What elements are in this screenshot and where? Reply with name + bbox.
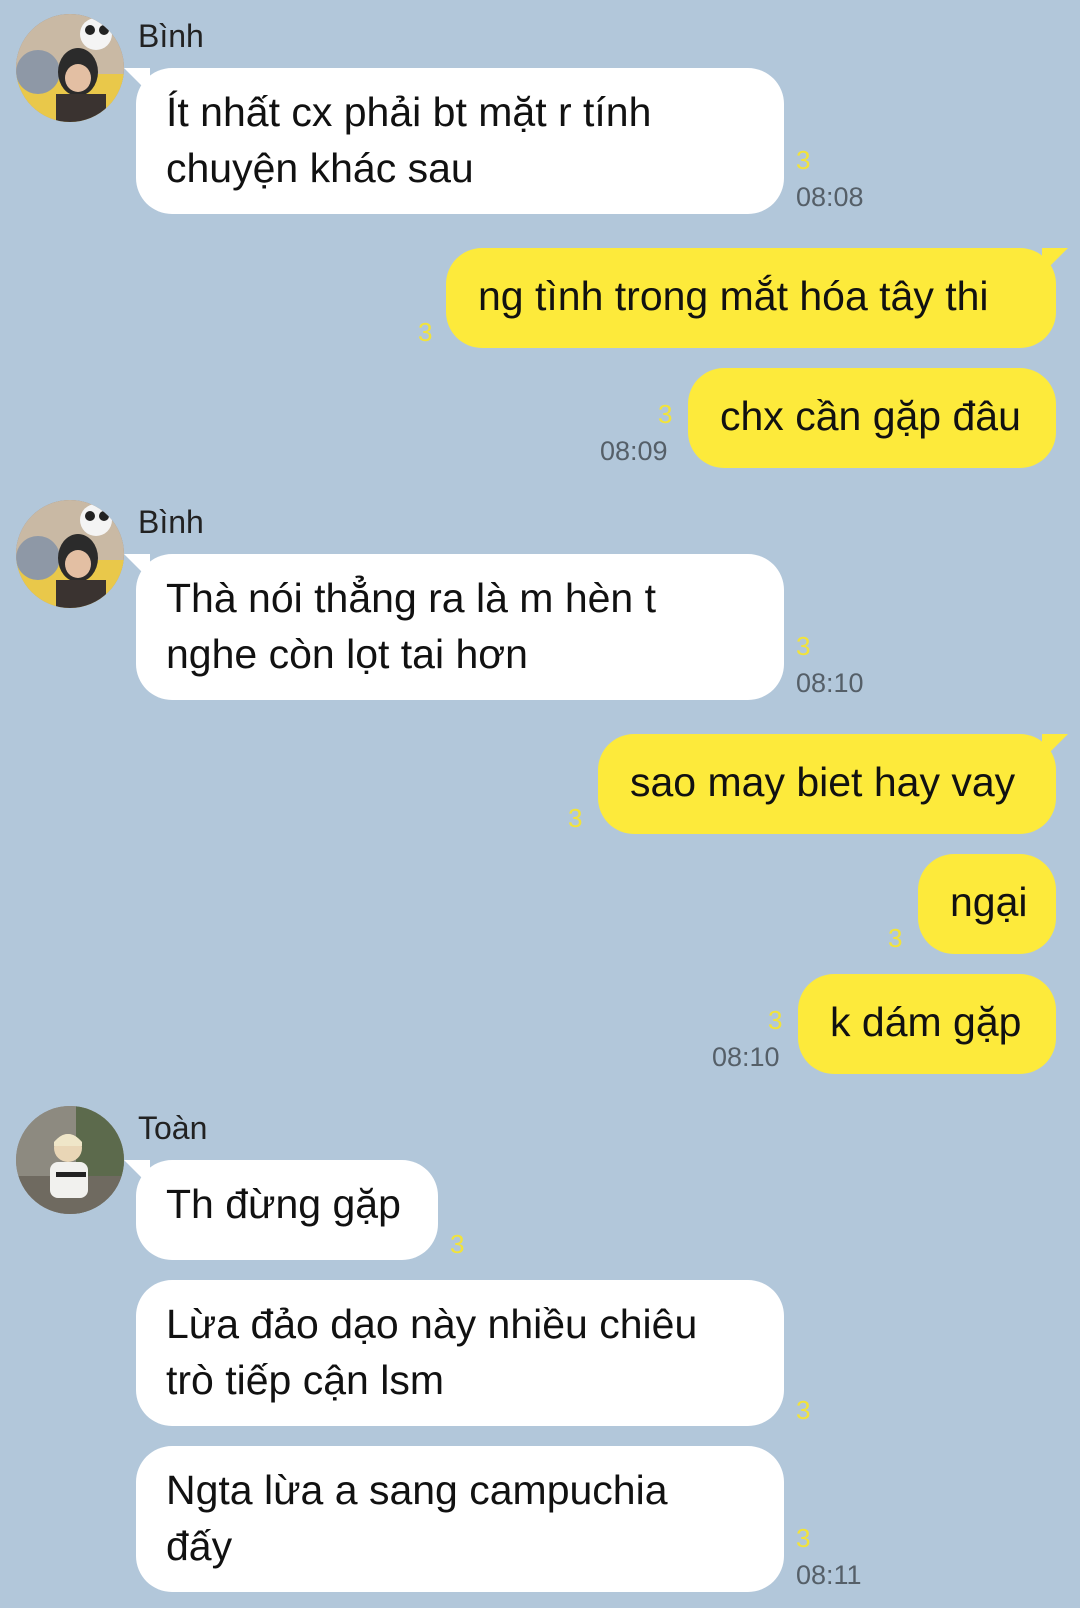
message-text: chx cần gặp đâu bbox=[720, 393, 1021, 439]
sender-name: Bình bbox=[138, 18, 204, 54]
message-text: Ngta lừa a sang campuchia đấy bbox=[166, 1467, 668, 1569]
read-count: 3 bbox=[796, 631, 811, 661]
message-bubble-outgoing[interactable]: ngại bbox=[918, 854, 1056, 954]
message-text: Ít nhất cx phải bt mặt r tính chuyện khá… bbox=[166, 89, 652, 191]
sender-name: Toàn bbox=[138, 1110, 208, 1146]
message-time: 08:09 bbox=[600, 436, 668, 466]
message-bubble-incoming[interactable]: Lừa đảo dạo này nhiều chiêu trò tiếp cận… bbox=[136, 1280, 784, 1426]
message-bubble-outgoing[interactable]: k dám gặp bbox=[798, 974, 1056, 1074]
message-bubble-incoming[interactable]: Th đừng gặp bbox=[124, 1160, 438, 1260]
sender-name: Bình bbox=[138, 504, 204, 540]
message-bubble-outgoing[interactable]: ng tình trong mắt hóa tây thi bbox=[446, 248, 1068, 348]
read-count: 3 bbox=[888, 923, 903, 953]
message-text: Thà nói thẳng ra là m hèn t nghe còn lọt… bbox=[166, 575, 657, 677]
message-bubble-incoming[interactable]: Ít nhất cx phải bt mặt r tính chuyện khá… bbox=[124, 68, 784, 214]
read-count: 3 bbox=[418, 317, 433, 347]
message-text: k dám gặp bbox=[830, 999, 1022, 1045]
message-text: ng tình trong mắt hóa tây thi bbox=[478, 273, 989, 319]
message-time: 08:11 bbox=[796, 1560, 862, 1590]
chat-thread[interactable]: Bình Ít nhất cx phải bt mặt r tính chuyệ… bbox=[0, 0, 1080, 1608]
message-text: Th đừng gặp bbox=[166, 1181, 401, 1227]
avatar-binh[interactable] bbox=[16, 14, 124, 122]
avatar-toan[interactable] bbox=[16, 1106, 124, 1214]
read-count: 3 bbox=[450, 1229, 465, 1259]
message-time: 08:10 bbox=[796, 668, 864, 698]
message-text: sao may biet hay vay bbox=[630, 759, 1016, 805]
message-text: ngại bbox=[950, 879, 1028, 925]
message-bubble-outgoing[interactable]: sao may biet hay vay bbox=[598, 734, 1068, 834]
message-time: 08:10 bbox=[712, 1042, 780, 1072]
message-bubble-incoming[interactable]: Thà nói thẳng ra là m hèn t nghe còn lọt… bbox=[124, 554, 784, 700]
message-time: 08:08 bbox=[796, 182, 864, 212]
read-count: 3 bbox=[658, 399, 673, 429]
avatar-binh[interactable] bbox=[16, 500, 124, 608]
message-bubble-outgoing[interactable]: chx cần gặp đâu bbox=[688, 368, 1056, 468]
read-count: 3 bbox=[796, 1395, 811, 1425]
read-count: 3 bbox=[796, 1523, 811, 1553]
read-count: 3 bbox=[568, 803, 583, 833]
message-bubble-incoming[interactable]: Ngta lừa a sang campuchia đấy bbox=[136, 1446, 784, 1592]
message-text: Lừa đảo dạo này nhiều chiêu trò tiếp cận… bbox=[166, 1301, 698, 1403]
read-count: 3 bbox=[796, 145, 811, 175]
read-count: 3 bbox=[768, 1005, 783, 1035]
